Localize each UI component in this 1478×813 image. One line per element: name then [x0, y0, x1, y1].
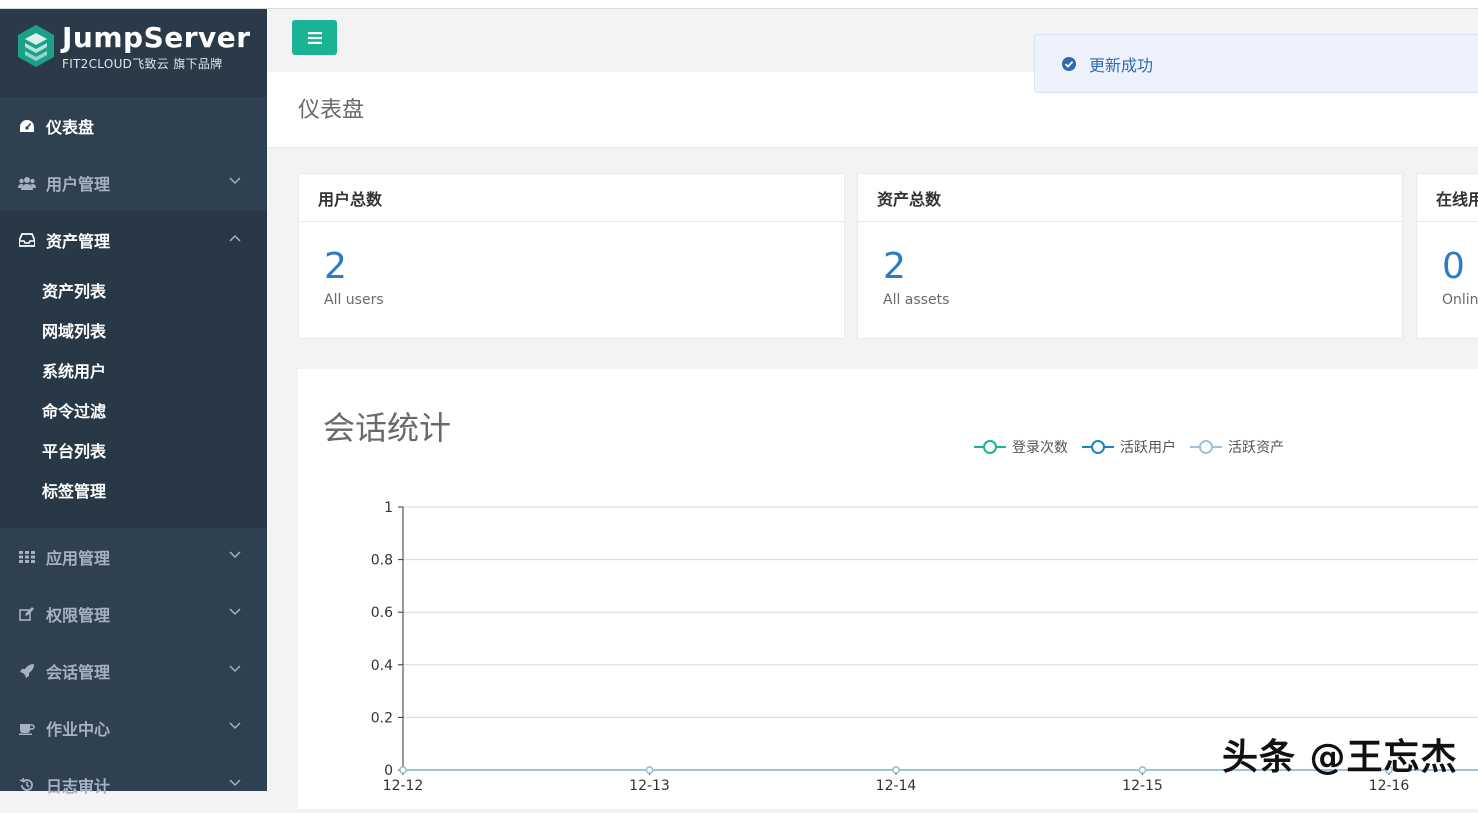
data-point	[1138, 766, 1147, 774]
card-caption: Onlin	[1442, 292, 1478, 308]
sidebar-item-label: 会话管理	[46, 662, 111, 682]
card-value: 2	[883, 246, 906, 287]
sidebar-item-label: 用户管理	[46, 174, 111, 194]
sidebar-item-assets[interactable]: 资产管理	[0, 211, 267, 268]
watermark: 头条 @王忘杰	[1222, 737, 1458, 778]
y-tick-label: 0.8	[371, 553, 393, 569]
chevron-down-icon	[229, 608, 241, 616]
logo-title: JumpServer	[62, 21, 251, 54]
sidebar-item-users[interactable]: 用户管理	[0, 154, 267, 211]
submenu-item-domain-list[interactable]: 网域列表	[0, 312, 267, 352]
y-tick-label: 0.6	[371, 605, 393, 621]
chevron-down-icon	[229, 665, 241, 673]
sidebar: JumpServer FIT2CLOUD飞致云 旗下品牌 仪表盘 用户管理 资产…	[0, 9, 267, 796]
sidebar-item-applications[interactable]: 应用管理	[0, 528, 267, 585]
y-tick-label: 0.4	[371, 658, 393, 674]
sidebar-item-label: 应用管理	[46, 548, 111, 568]
sidebar-toggle-button[interactable]	[292, 20, 337, 55]
toast-message: 更新成功	[1089, 55, 1154, 75]
submenu-item-label-management[interactable]: 标签管理	[0, 472, 267, 512]
edit-icon	[18, 606, 36, 621]
card-title: 用户总数	[318, 190, 383, 209]
card-caption: All users	[324, 292, 384, 308]
chevron-down-icon	[229, 177, 241, 185]
submenu-item-system-users[interactable]: 系统用户	[0, 352, 267, 392]
data-point	[645, 766, 654, 774]
card-total-users: 用户总数 2 All users	[298, 173, 845, 339]
chevron-down-icon	[229, 551, 241, 559]
x-tick-label: 12-13	[629, 778, 670, 794]
chevron-down-icon	[229, 722, 241, 730]
history-icon	[18, 777, 36, 793]
card-online-users: 在线用 0 Onlin	[1416, 173, 1478, 339]
card-value: 0	[1442, 246, 1465, 287]
submenu-item-command-filter[interactable]: 命令过滤	[0, 392, 267, 432]
x-tick-label: 12-15	[1122, 778, 1163, 794]
page-title: 仪表盘	[298, 98, 365, 123]
jumpserver-logo-icon	[18, 25, 54, 67]
card-caption: All assets	[883, 292, 950, 308]
sidebar-item-permissions[interactable]: 权限管理	[0, 585, 267, 642]
sidebar-item-label: 仪表盘	[46, 117, 95, 137]
submenu-item-asset-list[interactable]: 资产列表	[0, 272, 267, 312]
card-value: 2	[324, 246, 347, 287]
logo-subtitle: FIT2CLOUD飞致云 旗下品牌	[62, 57, 223, 71]
dashboard-icon	[18, 119, 36, 133]
submenu-item-platform-list[interactable]: 平台列表	[0, 432, 267, 472]
check-circle-icon	[1061, 56, 1077, 72]
rocket-icon	[18, 663, 36, 679]
chevron-down-icon	[229, 779, 241, 787]
y-tick-label: 0	[384, 763, 393, 779]
card-title: 在线用	[1436, 190, 1478, 209]
success-toast: 更新成功	[1034, 34, 1478, 93]
sidebar-item-job-center[interactable]: 作业中心	[0, 699, 267, 756]
y-tick-label: 1	[384, 500, 393, 516]
menu-icon	[307, 31, 322, 44]
sidebar-item-label: 资产管理	[46, 231, 111, 251]
grid-icon	[18, 550, 36, 563]
users-icon	[18, 176, 36, 190]
sidebar-item-label: 权限管理	[46, 605, 111, 625]
card-title: 资产总数	[877, 190, 942, 209]
sidebar-item-label: 作业中心	[46, 719, 111, 739]
sidebar-item-label: 日志审计	[46, 776, 111, 796]
coffee-icon	[18, 721, 36, 735]
x-tick-label: 12-14	[876, 778, 917, 794]
sidebar-item-audit-logs[interactable]: 日志审计	[0, 756, 267, 813]
chevron-up-icon	[229, 234, 241, 242]
data-point	[399, 766, 407, 774]
data-point	[892, 766, 900, 774]
inbox-icon	[18, 232, 36, 247]
x-tick-label: 12-12	[383, 778, 424, 794]
x-tick-label: 12-16	[1369, 778, 1410, 794]
sidebar-item-dashboard[interactable]: 仪表盘	[0, 97, 267, 154]
logo[interactable]: JumpServer FIT2CLOUD飞致云 旗下品牌	[0, 9, 267, 97]
y-tick-label: 0.2	[371, 710, 393, 726]
top-border	[0, 0, 1478, 9]
sidebar-item-sessions[interactable]: 会话管理	[0, 642, 267, 699]
asset-submenu: 资产列表 网域列表 系统用户 命令过滤 平台列表 标签管理	[0, 268, 267, 528]
card-total-assets: 资产总数 2 All assets	[857, 173, 1403, 339]
